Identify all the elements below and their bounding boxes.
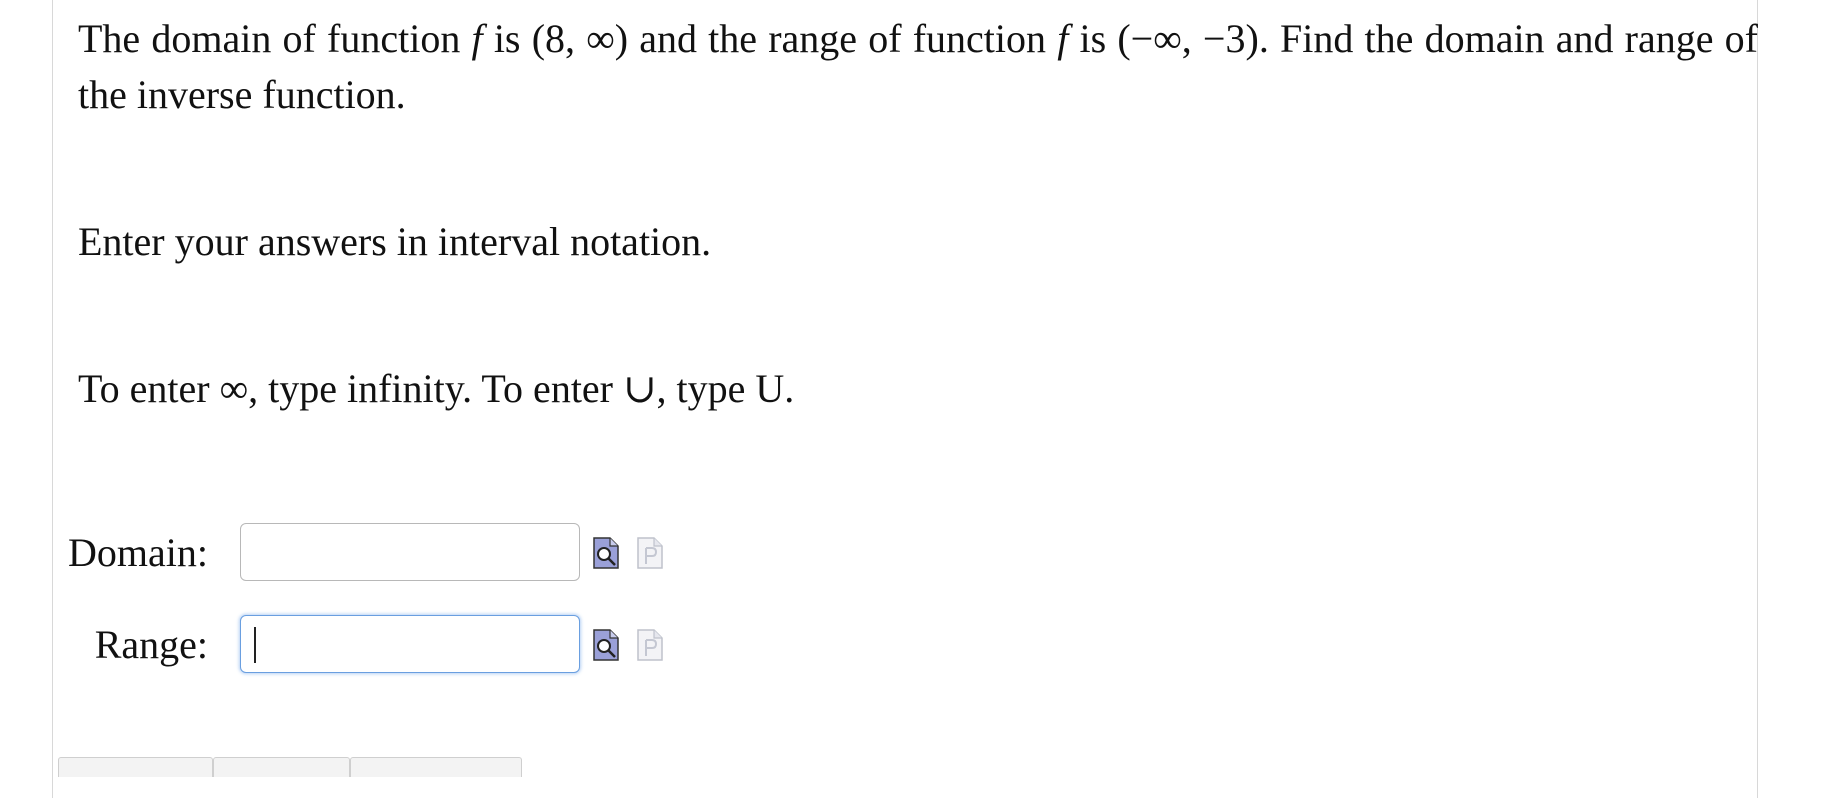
domain-label: Domain:: [68, 529, 208, 575]
interval-notation-instruction: Enter your answers in interval notation.: [78, 219, 712, 264]
function-symbol: f: [471, 16, 483, 61]
given-range-interval: (−∞, −3): [1117, 16, 1259, 61]
question-text-part: is: [1068, 16, 1118, 61]
range-input[interactable]: [240, 615, 580, 673]
range-label: Range:: [94, 621, 208, 667]
symbol-entry-instruction: To enter ∞, type infinity. To enter ∪, t…: [78, 366, 795, 411]
bottom-tab[interactable]: [213, 757, 350, 777]
question-text-part: and the range of function: [628, 16, 1058, 61]
preview-disabled-icon: [636, 534, 664, 570]
range-answer-row: Range:: [68, 614, 664, 674]
range-input-wrap: [240, 615, 580, 673]
preview-disabled-icon: [636, 626, 664, 662]
bottom-tab[interactable]: [58, 757, 213, 777]
question-text: The domain of function f is (8, ∞) and t…: [78, 11, 1758, 123]
given-domain-interval: (8, ∞): [531, 16, 629, 61]
bottom-tab[interactable]: [350, 757, 522, 777]
preview-magnifier-icon[interactable]: [592, 534, 620, 570]
preview-magnifier-icon[interactable]: [592, 626, 620, 662]
bottom-button-strip: [58, 757, 522, 777]
question-text-part: The domain of function: [78, 16, 472, 61]
domain-input[interactable]: [240, 523, 580, 581]
domain-input-wrap: [240, 523, 580, 581]
domain-answer-row: Domain:: [68, 522, 664, 582]
function-symbol: f: [1057, 16, 1069, 61]
question-text-part: is: [482, 16, 532, 61]
text-caret: [254, 627, 256, 663]
